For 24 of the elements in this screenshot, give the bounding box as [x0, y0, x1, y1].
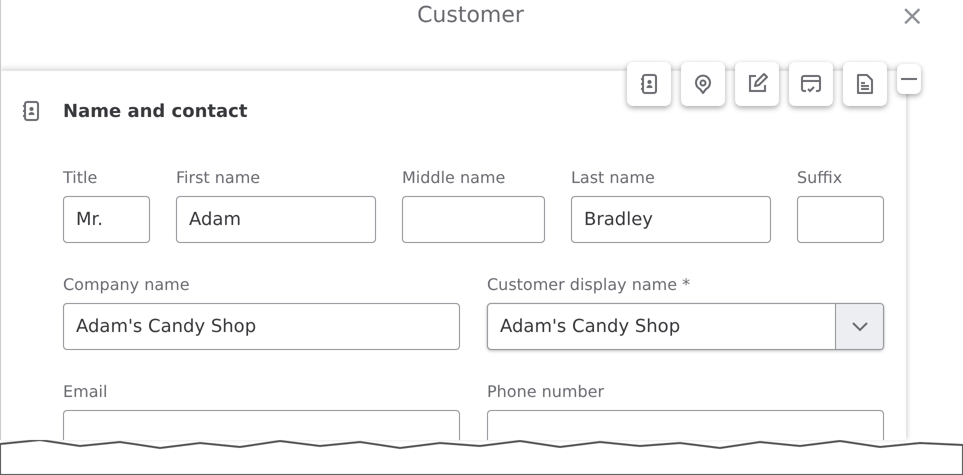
chevron-down-icon[interactable] — [850, 320, 868, 332]
field-label: Suffix — [797, 168, 844, 188]
dropdown-button[interactable] — [835, 304, 883, 349]
dropdown-value[interactable]: Adam's Candy Shop — [488, 304, 835, 349]
field-label: Middle name — [402, 168, 506, 188]
contacts-button[interactable] — [627, 62, 671, 106]
field-label: Company name — [63, 275, 191, 295]
field-label: Email — [63, 382, 108, 402]
field-label: Title — [63, 168, 98, 188]
location-button[interactable] — [681, 62, 725, 106]
input-field[interactable]: Adam — [177, 197, 375, 242]
section-title: Name and contact — [63, 100, 248, 122]
field-label: First name — [176, 168, 262, 188]
payment-button[interactable] — [789, 62, 833, 106]
field-label: Phone number — [487, 382, 606, 402]
input-field[interactable]: Adam's Candy Shop — [64, 304, 459, 349]
edit-button[interactable] — [735, 62, 779, 106]
input-field[interactable]: Mr. — [64, 197, 149, 242]
dropdown-field[interactable]: Adam's Candy Shop — [487, 303, 884, 350]
field-label: Last name — [571, 168, 656, 188]
window-title: Customer — [417, 3, 524, 28]
field-label: Customer display name * — [487, 275, 692, 295]
document-button[interactable] — [843, 62, 887, 106]
input-field[interactable]: Bradley — [572, 197, 770, 242]
